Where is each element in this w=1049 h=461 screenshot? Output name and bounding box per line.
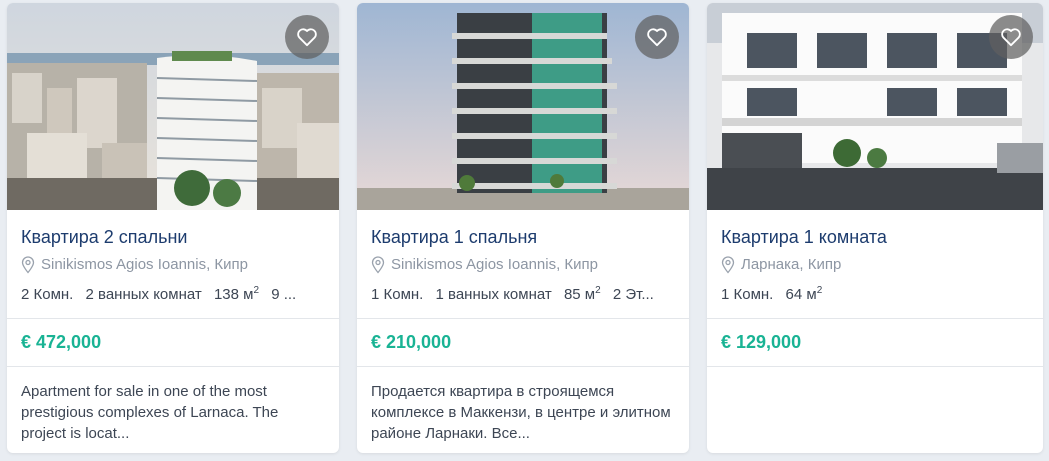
listing-grid: Квартира 2 спальни Sinikismos Agios Ioan… — [0, 0, 1049, 461]
listing-price: € 472,000 — [21, 332, 102, 352]
baths-count: 1 ванных комнат — [435, 286, 552, 303]
extra-spec: 2 Эт... — [612, 286, 654, 303]
listing-photo[interactable] — [357, 3, 689, 210]
listing-specs: 1 Комн. 1 ванных комнат 85 м2 2 Эт... — [371, 282, 675, 304]
listing-card[interactable]: Квартира 2 спальни Sinikismos Agios Ioan… — [7, 3, 339, 453]
rooms-count: 1 Комн. — [721, 286, 774, 303]
favorite-button[interactable] — [285, 15, 329, 59]
extra-spec: 9 ... — [271, 286, 297, 303]
listing-specs: 2 Комн. 2 ванных комнат 138 м2 9 ... — [21, 282, 325, 304]
heart-icon — [1001, 28, 1021, 47]
listing-title[interactable]: Квартира 1 спальня — [371, 226, 675, 248]
map-pin-icon — [371, 256, 385, 274]
rooms-count: 1 Комн. — [371, 286, 424, 303]
listing-location: Ларнака, Кипр — [721, 256, 1029, 274]
listing-card[interactable]: Квартира 1 спальня Sinikismos Agios Ioan… — [357, 3, 689, 453]
listing-location: Sinikismos Agios Ioannis, Кипр — [21, 256, 325, 274]
listing-description — [707, 367, 1043, 447]
listing-description: Apartment for sale in one of the most pr… — [21, 383, 279, 442]
area-value: 64 м2 — [785, 285, 823, 303]
listing-photo[interactable] — [707, 3, 1043, 210]
heart-icon — [647, 28, 667, 47]
map-pin-icon — [21, 256, 35, 274]
location-text: Sinikismos Agios Ioannis, Кипр — [41, 256, 248, 273]
favorite-button[interactable] — [635, 15, 679, 59]
listing-price: € 129,000 — [721, 332, 802, 352]
listing-photo[interactable] — [7, 3, 339, 210]
location-text: Ларнака, Кипр — [741, 256, 842, 273]
listing-location: Sinikismos Agios Ioannis, Кипр — [371, 256, 675, 274]
heart-icon — [297, 28, 317, 47]
listing-title[interactable]: Квартира 1 комната — [721, 226, 1029, 248]
rooms-count: 2 Комн. — [21, 286, 74, 303]
listing-description: Продается квартира в строящемся комплекс… — [371, 383, 671, 442]
map-pin-icon — [721, 256, 735, 274]
location-text: Sinikismos Agios Ioannis, Кипр — [391, 256, 598, 273]
area-value: 85 м2 — [563, 285, 601, 303]
baths-count: 2 ванных комнат — [85, 286, 202, 303]
listing-specs: 1 Комн. 64 м2 — [721, 282, 1029, 304]
favorite-button[interactable] — [989, 15, 1033, 59]
listing-title[interactable]: Квартира 2 спальни — [21, 226, 325, 248]
area-value: 138 м2 — [213, 285, 260, 303]
listing-card[interactable]: Квартира 1 комната Ларнака, Кипр 1 Комн.… — [707, 3, 1043, 453]
listing-price: € 210,000 — [371, 332, 452, 352]
